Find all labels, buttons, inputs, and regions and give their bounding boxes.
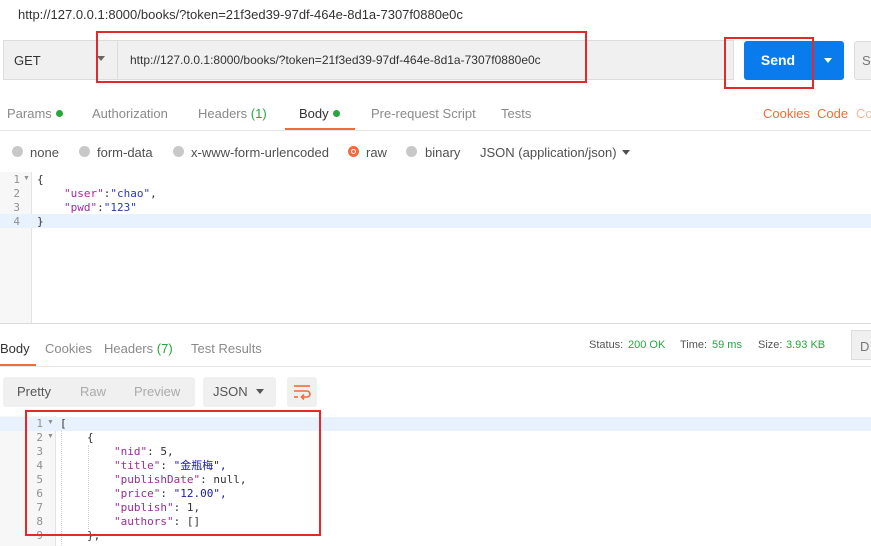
line-number: 1 [13,173,20,186]
divider [0,323,871,324]
save-button-label: S [862,53,871,68]
radio-raw[interactable] [348,146,359,157]
time-label: Time: [680,339,708,351]
comments-link[interactable]: Co [856,106,871,121]
tab-headers-count: (1) [250,106,267,121]
status-value: 200 OK [628,339,666,351]
tab-tests[interactable]: Tests [501,106,531,121]
active-dot-icon [332,110,340,117]
pretty-button[interactable]: Pretty [17,384,51,399]
active-dot-icon [55,110,63,117]
code-link[interactable]: Code [817,106,848,121]
brace: { [37,173,44,186]
annotation-box-url [96,31,587,83]
chevron-down-icon [622,150,630,155]
tab-body-label: Body [299,106,329,121]
wrap-lines-button[interactable] [287,377,317,407]
tab-params-label: Params [7,106,52,121]
window-url-title: http://127.0.0.1:8000/books/?token=21f3e… [18,7,463,22]
tab-authorization[interactable]: Authorization [92,106,168,121]
content-type-dropdown[interactable]: JSON (application/json) [480,145,617,160]
radio-form-data-label: form-data [97,145,153,160]
json-value: "123" [103,201,137,214]
code-line[interactable]: } [37,215,44,229]
tab-prerequest-script[interactable]: Pre-request Script [371,106,476,121]
line-number: 2 [13,187,20,200]
radio-urlencoded-label: x-www-form-urlencoded [191,145,329,160]
brace: } [37,215,44,228]
radio-raw-label: raw [366,145,387,160]
chevron-down-icon [824,58,832,63]
line-number: 4 [13,215,20,228]
active-line-highlight [0,214,871,228]
tab-response-cookies[interactable]: Cookies [45,341,92,356]
tab-params[interactable]: Params [7,106,63,121]
size-value: 3.93 KB [786,339,826,351]
raw-button[interactable]: Raw [80,384,106,399]
preview-button[interactable]: Preview [134,384,180,399]
tab-test-results[interactable]: Test Results [191,341,262,356]
tab-response-headers-label: Headers [104,341,154,356]
code-line[interactable]: "pwd":"123" [64,201,137,215]
divider [0,130,871,131]
method-label: GET [14,53,41,68]
radio-binary[interactable] [406,146,417,157]
chevron-down-icon [256,389,264,394]
radio-urlencoded[interactable] [173,146,184,157]
json-key: "pwd" [64,201,98,214]
annotation-box-response [25,410,321,536]
json-value: "chao" [110,187,151,200]
tab-headers-label: Headers [198,106,248,121]
tab-response-headers[interactable]: Headers (7) [104,341,173,356]
tab-response-body[interactable]: Body [0,341,30,356]
tab-response-headers-count: (7) [156,341,173,356]
language-select-value: JSON [213,384,248,399]
size-label: Size: [758,339,783,351]
download-button-label: D [860,339,870,354]
radio-form-data[interactable] [79,146,90,157]
wrap-lines-icon [294,385,311,401]
code-line[interactable]: { [37,173,44,187]
radio-binary-label: binary [425,145,461,160]
divider [0,366,871,367]
code-line[interactable]: "user":"chao", [64,187,157,201]
json-key: "user" [64,187,104,200]
tab-headers[interactable]: Headers (1) [198,106,267,121]
cookies-link[interactable]: Cookies [763,106,810,121]
status-label: Status: [589,339,624,351]
radio-none-label: none [30,145,59,160]
annotation-box-send [724,37,814,89]
tab-body[interactable]: Body [299,106,340,121]
radio-none[interactable] [12,146,23,157]
time-value: 59 ms [712,339,742,351]
line-number: 3 [13,201,20,214]
fold-arrow-icon[interactable]: ▼ [23,175,30,182]
